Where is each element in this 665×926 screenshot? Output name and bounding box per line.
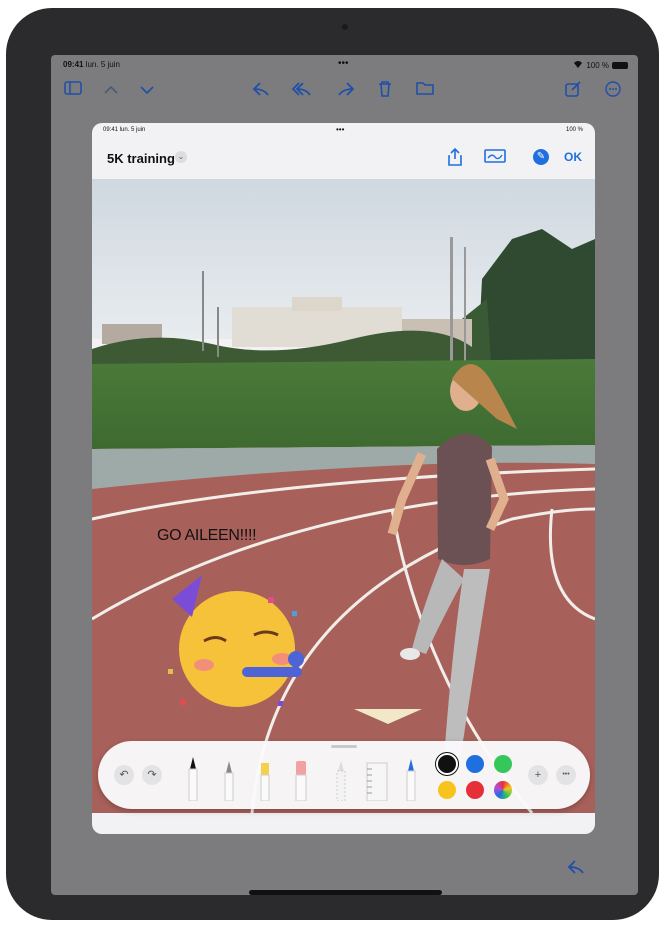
forward-icon[interactable] (336, 81, 356, 101)
pencil-tool-icon[interactable] (404, 755, 418, 802)
eraser-tool-icon[interactable] (294, 755, 308, 802)
battery-icon (612, 61, 628, 69)
sheet-multitask-dots: ••• (336, 125, 345, 134)
add-icon[interactable]: + (528, 765, 548, 785)
share-icon[interactable] (447, 147, 463, 166)
markup-sheet: 09:41 lun. 5 juin ••• 100 % 5K training … (92, 123, 595, 834)
chevron-up-icon[interactable] (101, 81, 121, 101)
compose-icon[interactable] (563, 81, 583, 101)
reply-icon[interactable] (251, 81, 271, 101)
palette-grip[interactable] (331, 745, 357, 748)
color-green-swatch[interactable] (494, 755, 512, 773)
status-bar: 09:41 lun. 5 juin ••• 100 % (51, 55, 638, 73)
color-red-swatch[interactable] (466, 781, 484, 799)
screen: 09:41 lun. 5 juin ••• 100 % 09:41 lun. 5… (51, 55, 638, 895)
color-picker-icon[interactable] (494, 781, 512, 799)
highlighter-tool-icon[interactable] (258, 755, 272, 802)
sidebar-icon[interactable] (63, 81, 83, 101)
home-indicator[interactable] (249, 890, 442, 895)
sheet-title[interactable]: 5K training (107, 151, 175, 166)
redo-icon[interactable]: ↷ (142, 765, 162, 785)
pen-tool-icon[interactable] (186, 755, 200, 802)
palette-more-icon[interactable]: ••• (556, 765, 576, 785)
running-photo: GO AILEEN!!!! (92, 179, 595, 813)
chevron-down-icon[interactable] (137, 81, 157, 101)
trash-icon[interactable] (375, 81, 395, 101)
color-blue-swatch[interactable] (466, 755, 484, 773)
reply-all-icon[interactable] (291, 81, 312, 101)
tool-palette: ↶ ↷ + ••• (98, 741, 590, 809)
signature-icon[interactable] (484, 148, 506, 166)
battery-percent: 100 % (586, 60, 609, 70)
ruler-tool-icon[interactable] (366, 755, 388, 802)
undo-icon[interactable]: ↶ (114, 765, 134, 785)
wifi-icon (573, 60, 583, 70)
front-camera (342, 24, 348, 30)
lasso-tool-icon[interactable] (334, 755, 348, 802)
sheet-status-bar: 09:41 lun. 5 juin ••• 100 % (92, 123, 595, 139)
title-chevron-icon[interactable]: ⌄ (175, 151, 187, 163)
sheet-status-time: 09:41 lun. 5 juin (103, 127, 146, 133)
reply-bottom-icon[interactable] (566, 859, 586, 879)
status-indicators: 100 % (573, 60, 628, 70)
ok-button[interactable]: OK (564, 150, 582, 164)
color-black-swatch[interactable] (438, 755, 456, 773)
markup-pen-icon[interactable]: ✎ (533, 149, 549, 165)
drawn-caption[interactable]: GO AILEEN!!!! (157, 527, 257, 545)
folder-icon[interactable] (415, 81, 435, 101)
monoline-tool-icon[interactable] (222, 755, 236, 802)
sheet-battery: 100 % (565, 127, 583, 133)
more-icon[interactable] (603, 81, 623, 101)
color-yellow-swatch[interactable] (438, 781, 456, 799)
status-time: 09:41 lun. 5 juin (63, 60, 120, 69)
multitask-dots[interactable]: ••• (338, 58, 349, 69)
ipad-frame: 09:41 lun. 5 juin ••• 100 % 09:41 lun. 5… (6, 8, 659, 920)
